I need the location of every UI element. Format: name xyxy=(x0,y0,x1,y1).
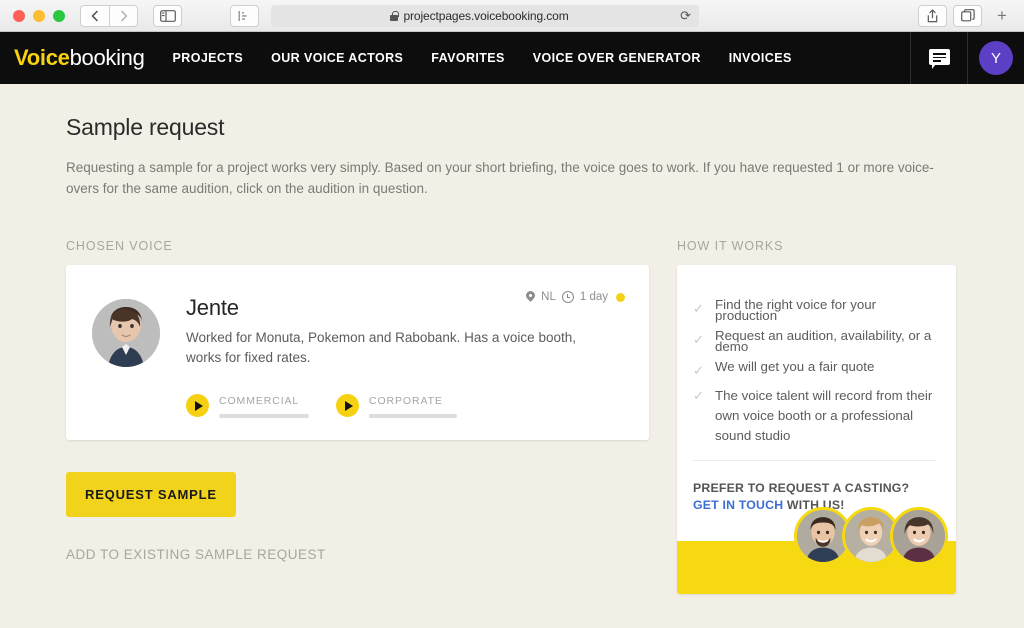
sample-player-commercial[interactable]: COMMERCIAL xyxy=(186,394,309,418)
main-nav-links: PROJECTS OUR VOICE ACTORS FAVORITES VOIC… xyxy=(173,51,792,65)
sample-player-meta: COMMERCIAL xyxy=(219,394,309,418)
location-pin-icon xyxy=(526,291,535,303)
voice-card[interactable]: Jente Worked for Monuta, Pokemon and Rab… xyxy=(66,265,649,440)
nav-item-projects[interactable]: PROJECTS xyxy=(173,51,244,65)
list-item: ✓ We will get you a fair quote xyxy=(693,361,937,377)
how-it-works-card: ✓ Find the right voice for your producti… xyxy=(677,265,956,594)
voice-headshot xyxy=(92,299,160,367)
list-item: ✓ Request an audition, availability, or … xyxy=(693,330,937,352)
nav-item-voice-over-generator[interactable]: VOICE OVER GENERATOR xyxy=(533,51,701,65)
list-item: ✓ The voice talent will record from thei… xyxy=(693,386,937,446)
close-window-button[interactable] xyxy=(13,10,25,22)
team-avatars xyxy=(794,507,948,565)
sample-progress-bar[interactable] xyxy=(369,414,457,418)
nav-item-invoices[interactable]: INVOICES xyxy=(729,51,792,65)
casting-question: PREFER TO REQUEST A CASTING? xyxy=(693,481,937,495)
reader-format-icon[interactable] xyxy=(230,5,259,27)
account-menu-button[interactable]: Y xyxy=(967,32,1024,84)
page-content: Sample request Requesting a sample for a… xyxy=(0,84,1024,594)
content-columns: CHOSEN VOICE Je xyxy=(66,239,958,594)
add-to-existing-sample-request-link[interactable]: ADD TO EXISTING SAMPLE REQUEST xyxy=(66,547,649,562)
how-it-works-label: HOW IT WORKS xyxy=(677,239,956,253)
sample-player-meta: CORPORATE xyxy=(369,394,457,418)
sample-label: COMMERCIAL xyxy=(219,395,309,407)
voice-meta-badges: NL 1 day xyxy=(526,291,625,303)
site-logo[interactable]: Voicebooking xyxy=(0,45,173,71)
check-icon: ✓ xyxy=(693,389,705,402)
lock-icon xyxy=(390,11,398,21)
share-icon[interactable] xyxy=(918,5,947,27)
list-item-text: We will get you a fair quote xyxy=(715,361,874,372)
check-icon: ✓ xyxy=(693,333,705,346)
reload-icon[interactable]: ⟳ xyxy=(680,9,691,22)
address-bar-content: projectpages.voicebooking.com xyxy=(279,9,680,23)
logo-text-primary: Voice xyxy=(14,45,70,70)
forward-chevron-icon[interactable] xyxy=(109,5,138,27)
tab-overview-icon[interactable] xyxy=(953,5,982,27)
nav-item-favorites[interactable]: FAVORITES xyxy=(431,51,505,65)
nav-buttons-group xyxy=(80,5,138,27)
sample-player-corporate[interactable]: CORPORATE xyxy=(336,394,457,418)
page-description: Requesting a sample for a project works … xyxy=(66,157,958,199)
casting-cta: PREFER TO REQUEST A CASTING? GET IN TOUC… xyxy=(677,461,956,512)
chosen-voice-column: CHOSEN VOICE Je xyxy=(66,239,649,594)
list-item-text: Find the right voice for your production xyxy=(715,299,937,321)
check-icon: ✓ xyxy=(693,364,705,377)
voice-sample-players: COMMERCIAL CORPORATE xyxy=(186,394,627,418)
list-item-text: The voice talent will record from their … xyxy=(715,386,937,446)
chosen-voice-label: CHOSEN VOICE xyxy=(66,239,649,253)
navbar-right-section: Y xyxy=(910,32,1024,84)
minimize-window-button[interactable] xyxy=(33,10,45,22)
status-badge xyxy=(616,293,625,302)
url-text: projectpages.voicebooking.com xyxy=(403,9,568,23)
team-member-3-avatar xyxy=(890,507,948,565)
request-sample-button[interactable]: REQUEST SAMPLE xyxy=(66,472,236,517)
how-it-works-list: ✓ Find the right voice for your producti… xyxy=(677,265,956,446)
address-bar[interactable]: projectpages.voicebooking.com ⟳ xyxy=(271,5,699,27)
check-icon: ✓ xyxy=(693,302,705,315)
page-title: Sample request xyxy=(66,114,958,141)
messages-button[interactable] xyxy=(910,32,967,84)
logo-text-secondary: booking xyxy=(70,45,145,70)
voice-turnaround: 1 day xyxy=(580,291,608,303)
browser-right-controls: + xyxy=(918,5,1016,27)
play-icon[interactable] xyxy=(186,394,209,417)
site-navbar: Voicebooking PROJECTS OUR VOICE ACTORS F… xyxy=(0,32,1024,84)
back-chevron-icon[interactable] xyxy=(80,5,109,27)
how-it-works-column: HOW IT WORKS ✓ Find the right voice for … xyxy=(677,239,956,594)
sample-label: CORPORATE xyxy=(369,395,457,407)
voice-description: Worked for Monuta, Pokemon and Rabobank.… xyxy=(186,328,586,368)
maximize-window-button[interactable] xyxy=(53,10,65,22)
avatar: Y xyxy=(979,41,1013,75)
list-item-text: Request an audition, availability, or a … xyxy=(715,330,937,352)
voice-details: Jente Worked for Monuta, Pokemon and Rab… xyxy=(186,293,627,418)
get-in-touch-link[interactable]: GET IN TOUCH xyxy=(693,498,783,512)
sidebar-toggle-icon[interactable] xyxy=(153,5,182,27)
plus-icon[interactable]: + xyxy=(988,6,1016,26)
window-traffic-lights xyxy=(8,10,74,22)
voice-location: NL xyxy=(541,291,556,303)
list-item: ✓ Find the right voice for your producti… xyxy=(693,299,937,321)
browser-toolbar: projectpages.voicebooking.com ⟳ + xyxy=(0,0,1024,32)
chat-bubble-icon xyxy=(929,49,950,67)
clock-icon xyxy=(562,291,574,303)
play-icon[interactable] xyxy=(336,394,359,417)
nav-item-our-voice-actors[interactable]: OUR VOICE ACTORS xyxy=(271,51,403,65)
sample-progress-bar[interactable] xyxy=(219,414,309,418)
